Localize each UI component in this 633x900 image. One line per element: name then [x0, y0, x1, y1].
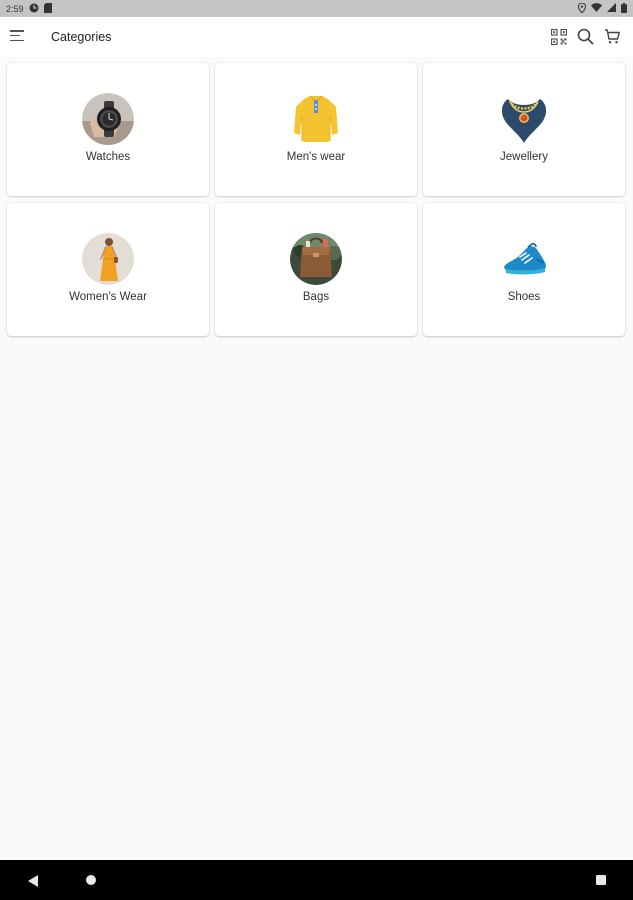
recents-icon[interactable] — [596, 875, 606, 885]
app-bar-actions — [550, 28, 621, 45]
shirt-image — [290, 93, 342, 145]
wifi-icon — [591, 3, 602, 14]
shoe-image — [498, 233, 550, 285]
categories-grid: Watches Men's wear Jewellery Women's Wea… — [7, 63, 627, 336]
women-dress-image — [82, 233, 134, 285]
status-time: 2:59 — [6, 3, 24, 14]
menu-icon-line — [10, 30, 24, 32]
category-card-watches[interactable]: Watches — [7, 63, 209, 196]
home-icon[interactable] — [86, 875, 96, 885]
menu-icon-line — [10, 34, 20, 37]
category-card-bags[interactable]: Bags — [215, 203, 417, 336]
back-icon[interactable] — [28, 874, 39, 892]
menu-button[interactable] — [10, 30, 26, 44]
status-bar: 2:59 — [0, 0, 633, 17]
category-label: Watches — [85, 151, 131, 163]
qr-code-icon[interactable] — [550, 28, 567, 45]
category-label: Shoes — [507, 291, 541, 303]
location-icon — [577, 1, 587, 15]
app-screen: 2:59 Categories Watches Men's wear Jewel… — [0, 0, 633, 900]
cart-icon[interactable] — [604, 28, 621, 45]
category-card-womens-wear[interactable]: Women's Wear — [7, 203, 209, 336]
category-card-mens-wear[interactable]: Men's wear — [215, 63, 417, 196]
signal-icon — [607, 3, 616, 14]
necklace-image — [498, 93, 550, 145]
bag-image — [290, 233, 342, 285]
menu-icon-line — [10, 39, 24, 42]
category-card-jewellery[interactable]: Jewellery — [423, 63, 625, 196]
app-bar: Categories — [0, 17, 633, 57]
category-label: Men's wear — [286, 151, 346, 163]
category-label: Women's Wear — [69, 291, 147, 303]
sd-card-icon — [43, 2, 52, 15]
battery-icon — [621, 2, 627, 15]
watch-image — [82, 93, 134, 145]
data-saver-icon — [29, 3, 39, 15]
search-icon[interactable] — [577, 28, 594, 45]
category-card-shoes[interactable]: Shoes — [423, 203, 625, 336]
category-label: Jewellery — [500, 151, 548, 163]
system-nav-bar — [0, 860, 633, 900]
page-title: Categories — [51, 30, 112, 44]
category-label: Bags — [302, 291, 330, 303]
